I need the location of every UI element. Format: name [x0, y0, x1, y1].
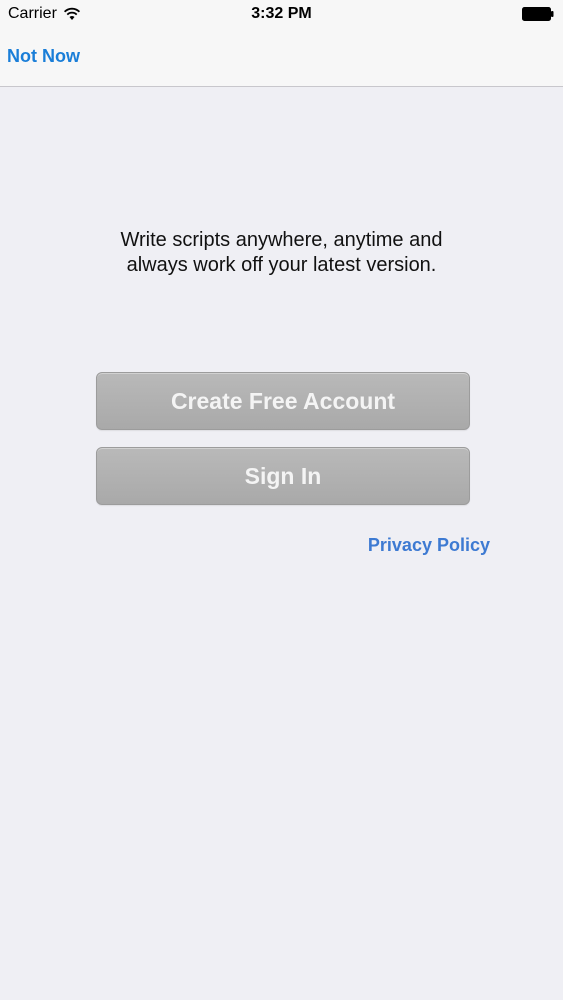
- not-now-button[interactable]: Not Now: [7, 46, 80, 67]
- navigation-bar: Not Now: [0, 30, 563, 86]
- tagline-text: Write scripts anywhere, anytime and alwa…: [0, 228, 563, 278]
- sign-in-button[interactable]: Sign In: [96, 447, 470, 505]
- tagline-line-1: Write scripts anywhere, anytime and: [120, 229, 443, 251]
- battery-icon: [522, 7, 554, 21]
- tagline-line-2: always work off your latest version.: [126, 254, 437, 276]
- status-bar: Carrier 3:32 PM: [0, 0, 563, 30]
- privacy-policy-link[interactable]: Privacy Policy: [368, 535, 490, 556]
- create-free-account-button[interactable]: Create Free Account: [96, 372, 470, 430]
- top-bar: Carrier 3:32 PM Not Now: [0, 0, 563, 87]
- status-time: 3:32 PM: [251, 5, 312, 22]
